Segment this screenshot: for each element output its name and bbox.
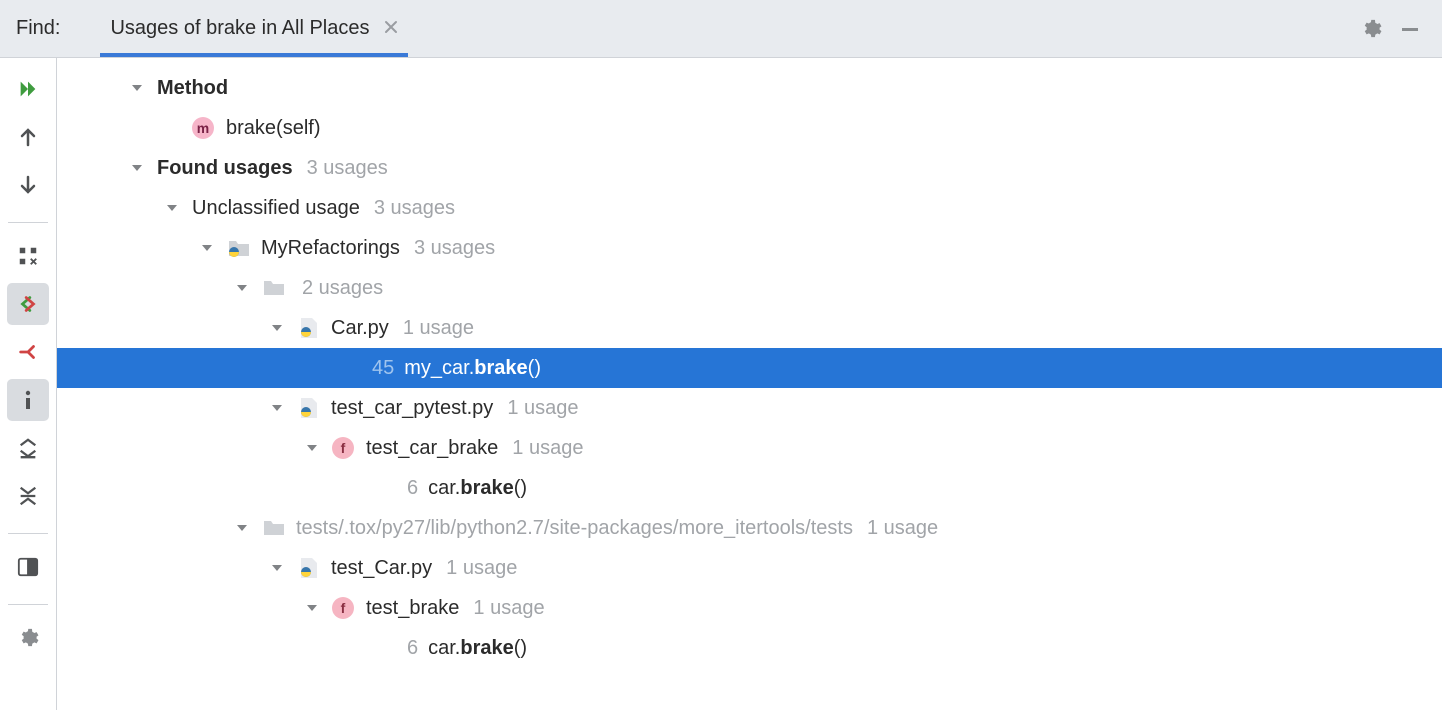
file3-count: 1 usage — [446, 557, 517, 580]
method-row[interactable]: m brake(self) — [57, 108, 1442, 148]
function-badge-icon: f — [332, 437, 354, 459]
project-row[interactable]: MyRefactorings 3 usages — [57, 228, 1442, 268]
func2-row[interactable]: f test_brake 1 usage — [57, 588, 1442, 628]
tool-sidebar — [0, 58, 57, 710]
minimize-icon[interactable] — [1400, 18, 1420, 40]
rerun-button[interactable] — [7, 68, 49, 110]
line-number: 45 — [372, 357, 394, 380]
merge-button[interactable] — [7, 283, 49, 325]
file2-count: 1 usage — [507, 397, 578, 420]
file1-count: 1 usage — [403, 317, 474, 340]
method-signature: brake(self) — [226, 117, 320, 140]
chevron-down-icon[interactable] — [232, 518, 252, 538]
folder-icon — [262, 516, 286, 540]
code-text: car.brake() — [428, 637, 527, 660]
collapse-all-button[interactable] — [7, 475, 49, 517]
next-button[interactable] — [7, 164, 49, 206]
dir2-count: 1 usage — [867, 517, 938, 540]
close-icon[interactable] — [384, 18, 398, 39]
project-count: 3 usages — [414, 237, 495, 260]
chevron-down-icon[interactable] — [267, 318, 287, 338]
unclassified-row[interactable]: Unclassified usage 3 usages — [57, 188, 1442, 228]
usage-line-1[interactable]: 45 my_car.brake() — [57, 348, 1442, 388]
unclassified-count: 3 usages — [374, 197, 455, 220]
function-badge-icon: f — [332, 597, 354, 619]
find-panel-header: Find: Usages of brake in All Places — [0, 0, 1442, 58]
method-badge-icon: m — [192, 117, 214, 139]
file1-label: Car.py — [331, 317, 389, 340]
method-header: Method — [157, 77, 228, 100]
chevron-down-icon[interactable] — [162, 198, 182, 218]
func1-row[interactable]: f test_car_brake 1 usage — [57, 428, 1442, 468]
method-header-row[interactable]: Method — [57, 68, 1442, 108]
folder-icon — [262, 276, 286, 300]
chevron-down-icon[interactable] — [127, 158, 147, 178]
chevron-down-icon[interactable] — [267, 398, 287, 418]
func2-label: test_brake — [366, 597, 459, 620]
dir2-path: tests/.tox/py27/lib/python2.7/site-packa… — [296, 517, 853, 540]
python-file-icon — [297, 556, 321, 580]
info-button[interactable] — [7, 379, 49, 421]
chevron-down-icon[interactable] — [127, 78, 147, 98]
chevron-down-icon[interactable] — [302, 438, 322, 458]
file2-label: test_car_pytest.py — [331, 397, 493, 420]
func1-label: test_car_brake — [366, 437, 498, 460]
usage-line-3[interactable]: 6 car.brake() — [57, 628, 1442, 668]
func1-count: 1 usage — [512, 437, 583, 460]
tab-usages[interactable]: Usages of brake in All Places — [100, 0, 407, 57]
usage-tree[interactable]: Method m brake(self) Found usages 3 usag… — [57, 58, 1442, 710]
chevron-down-icon[interactable] — [232, 278, 252, 298]
file3-label: test_Car.py — [331, 557, 432, 580]
found-usages-row[interactable]: Found usages 3 usages — [57, 148, 1442, 188]
found-usages-label: Found usages — [157, 157, 293, 180]
dir1-count: 2 usages — [302, 277, 383, 300]
func2-count: 1 usage — [473, 597, 544, 620]
usage-line-2[interactable]: 6 car.brake() — [57, 468, 1442, 508]
expand-all-button[interactable] — [7, 427, 49, 469]
chevron-down-icon[interactable] — [197, 238, 217, 258]
unclassified-label: Unclassified usage — [192, 197, 360, 220]
dir2-row[interactable]: tests/.tox/py27/lib/python2.7/site-packa… — [57, 508, 1442, 548]
find-label: Find: — [16, 17, 60, 40]
preview-button[interactable] — [7, 546, 49, 588]
python-file-icon — [297, 316, 321, 340]
python-file-icon — [297, 396, 321, 420]
chevron-down-icon[interactable] — [302, 598, 322, 618]
tab-title: Usages of brake in All Places — [110, 17, 369, 40]
file1-row[interactable]: Car.py 1 usage — [57, 308, 1442, 348]
line-number: 6 — [407, 637, 418, 660]
group-button[interactable] — [7, 235, 49, 277]
found-usages-count: 3 usages — [307, 157, 388, 180]
file2-row[interactable]: test_car_pytest.py 1 usage — [57, 388, 1442, 428]
prev-button[interactable] — [7, 116, 49, 158]
diff-button[interactable] — [7, 331, 49, 373]
settings-button[interactable] — [7, 617, 49, 659]
project-icon — [227, 236, 251, 260]
file3-row[interactable]: test_Car.py 1 usage — [57, 548, 1442, 588]
project-label: MyRefactorings — [261, 237, 400, 260]
chevron-down-icon[interactable] — [267, 558, 287, 578]
code-text: car.brake() — [428, 477, 527, 500]
code-text: my_car.brake() — [404, 357, 541, 380]
gear-icon[interactable] — [1360, 18, 1382, 40]
dir1-row[interactable]: 2 usages — [57, 268, 1442, 308]
line-number: 6 — [407, 477, 418, 500]
